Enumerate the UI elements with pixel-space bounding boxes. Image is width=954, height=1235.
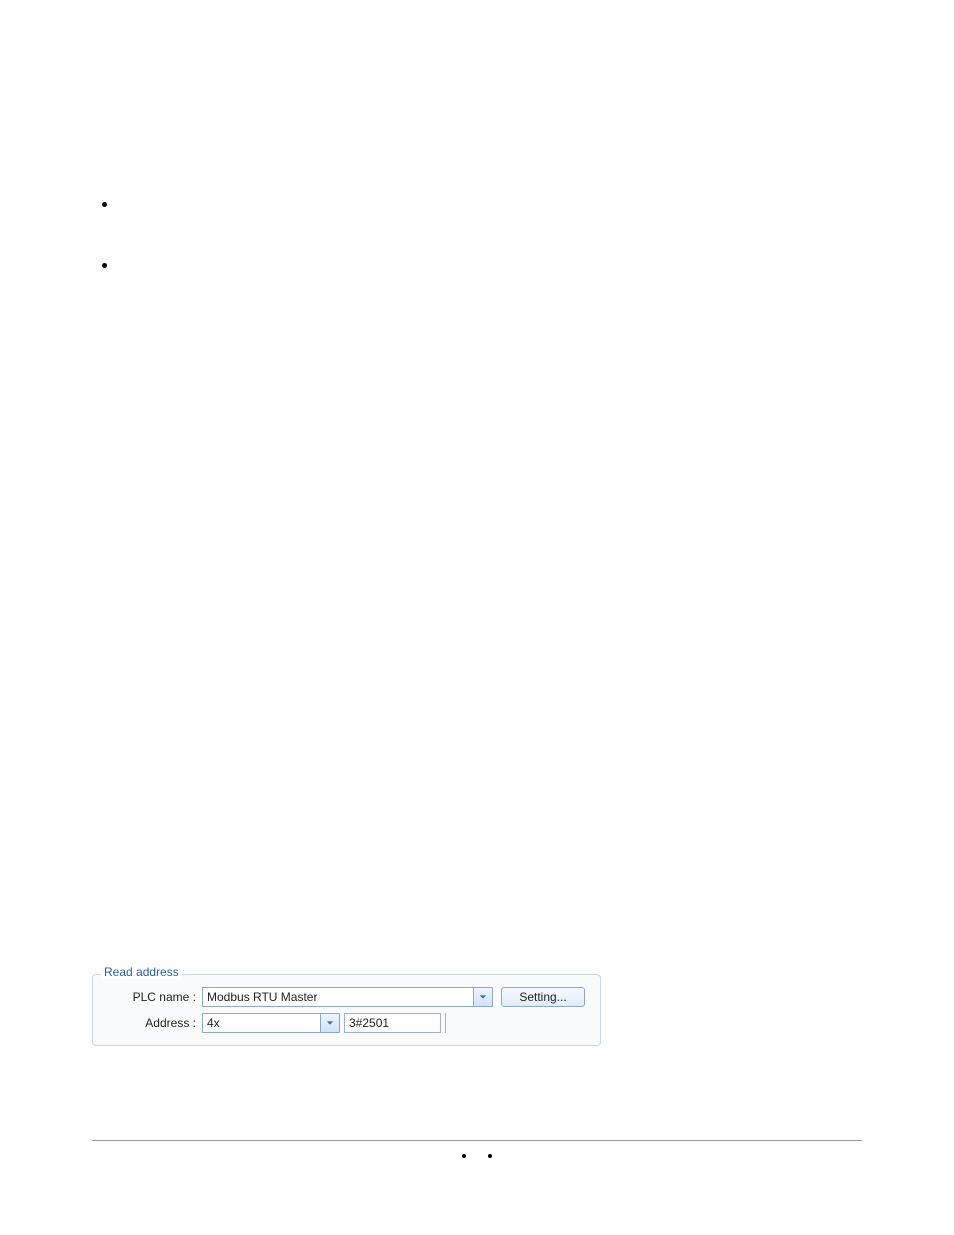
plc-name-label: PLC name : (103, 990, 202, 1004)
plc-name-row: PLC name : Modbus RTU Master Setting... (103, 987, 590, 1007)
footer-dot (488, 1154, 492, 1158)
address-value-text: 3#2501 (349, 1016, 389, 1030)
footer-dot (462, 1154, 466, 1158)
address-type-value: 4x (203, 1016, 320, 1030)
address-value-input[interactable]: 3#2501 (344, 1013, 441, 1033)
read-address-group: Read address PLC name : Modbus RTU Maste… (92, 974, 601, 1046)
setting-button[interactable]: Setting... (501, 987, 585, 1007)
footer-dots (0, 1154, 954, 1158)
group-legend: Read address (101, 965, 182, 979)
plc-name-combobox[interactable]: Modbus RTU Master (202, 987, 493, 1007)
chevron-down-icon[interactable] (320, 1014, 339, 1032)
address-type-combobox[interactable]: 4x (202, 1013, 340, 1033)
chevron-down-icon[interactable] (473, 988, 492, 1006)
bullet-item (102, 202, 107, 207)
bullet-item (102, 263, 107, 268)
address-row: Address : 4x 3#2501 (103, 1013, 590, 1033)
upper-bullets (102, 202, 107, 324)
address-label: Address : (103, 1016, 202, 1030)
page: Read address PLC name : Modbus RTU Maste… (0, 0, 954, 1235)
footer-rule (92, 1140, 862, 1141)
plc-name-value: Modbus RTU Master (203, 990, 473, 1004)
trailing-divider (445, 1013, 450, 1033)
